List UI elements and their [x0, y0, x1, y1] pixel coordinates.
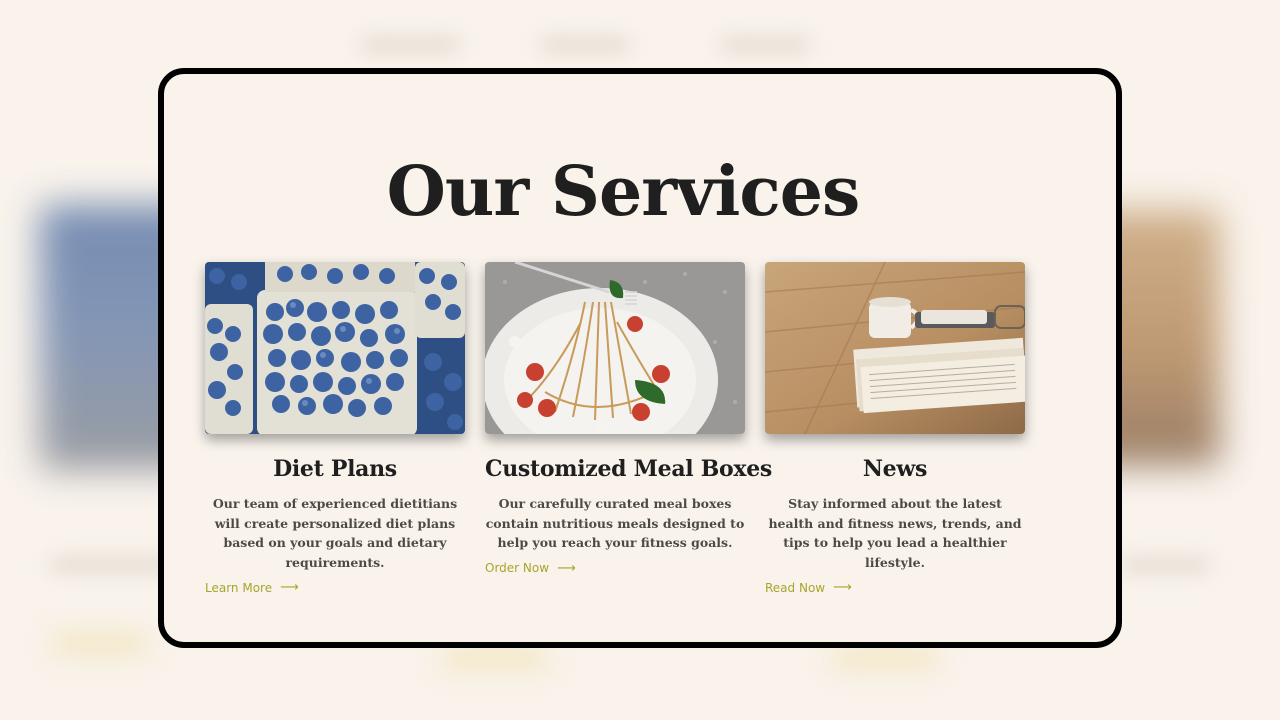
spaghetti-image: [485, 262, 745, 434]
service-title: News: [862, 456, 928, 482]
blurred-button: [440, 650, 550, 668]
page-title: Our Services: [386, 152, 861, 232]
service-card-news: News Stay informed about the latest heal…: [765, 262, 1025, 596]
service-description: Stay informed about the latest health an…: [768, 496, 1022, 570]
blurred-button: [830, 650, 940, 668]
service-card-diet-plans: Diet Plans Our team of experienced dieti…: [205, 262, 465, 596]
link-label: Learn More: [205, 580, 273, 595]
service-title: Customized Meal Boxes: [485, 456, 772, 482]
blurred-nav-item: [720, 40, 810, 50]
arrow-right-icon: ⟶: [280, 580, 299, 596]
arrow-right-icon: ⟶: [833, 580, 852, 596]
service-title: Diet Plans: [273, 456, 397, 482]
service-description: Our carefully curated meal boxes contain…: [485, 496, 745, 551]
blurred-button: [50, 635, 150, 653]
blurred-text-line: [1120, 560, 1210, 570]
order-now-link[interactable]: Order Now ⟶: [485, 561, 576, 576]
blurred-nav-item: [360, 40, 460, 50]
blueberries-image: [205, 262, 465, 434]
learn-more-link[interactable]: Learn More ⟶: [205, 580, 299, 595]
link-label: Read Now: [765, 580, 826, 595]
blueberries-photo: [205, 262, 465, 434]
service-card-meal-boxes: Customized Meal Boxes Our carefully cura…: [485, 262, 772, 576]
services-modal: Our Services Diet Plans Our team of expe…: [158, 68, 1122, 648]
newspaper-image: [765, 262, 1025, 434]
arrow-right-icon: ⟶: [557, 560, 576, 576]
blurred-nav-item: [540, 40, 630, 50]
service-description: Our team of experienced dietitians will …: [212, 496, 458, 570]
link-label: Order Now: [485, 561, 550, 576]
services-list: Diet Plans Our team of experienced dieti…: [205, 262, 1075, 595]
spaghetti-photo: [485, 262, 745, 434]
read-now-link[interactable]: Read Now ⟶: [765, 580, 852, 595]
newspaper-coffee-photo: [765, 262, 1025, 434]
